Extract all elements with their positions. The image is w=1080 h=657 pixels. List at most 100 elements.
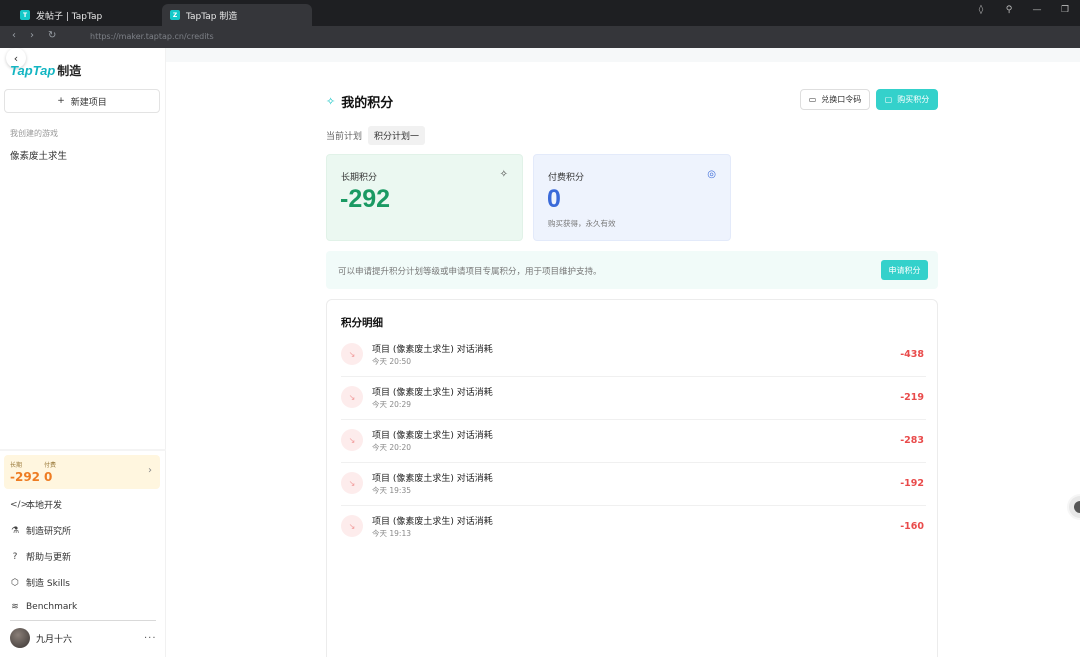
plan-label: 当前计划: [326, 132, 363, 142]
flask-icon: ⚗: [10, 525, 20, 536]
tab-title: TapTap 制造: [186, 11, 238, 22]
redeem-code-button[interactable]: ▭ 兑换口令码: [800, 89, 870, 110]
transaction-title: 项目 (像素废土求生) 对话消耗: [372, 345, 493, 355]
url-field[interactable]: https://maker.taptap.cn/credits: [90, 32, 214, 41]
sidebar-item-lab[interactable]: ⚗ 制造研究所: [10, 524, 72, 538]
sparkle-icon: ✧: [499, 169, 508, 180]
trend-down-icon: ↘: [341, 343, 363, 365]
sparkle-icon: ✧: [326, 95, 336, 108]
transaction-amount: -438: [900, 349, 924, 360]
trend-down-icon: ↘: [341, 386, 363, 408]
paid-credit-label: 付费: [44, 462, 57, 469]
long-term-credit-label: 长期: [10, 462, 23, 469]
paid-credit-note: 购买获得，永久有效: [548, 219, 616, 228]
logo[interactable]: TapTap 制造: [10, 62, 81, 79]
tab-title: 发帖子 | TapTap: [36, 11, 103, 22]
logo-suffix: 制造: [57, 64, 82, 78]
browser-tab-2[interactable]: Z TapTap 制造: [162, 4, 312, 26]
help-icon: ?: [12, 551, 18, 562]
divider: [0, 449, 166, 451]
coin-icon: ◎: [707, 169, 716, 180]
sidebar-item-benchmark[interactable]: ≋ Benchmark: [10, 602, 77, 612]
transaction-title: 项目 (像素废土求生) 对话消耗: [372, 431, 493, 441]
current-plan: 当前计划 积分计划一: [326, 126, 426, 145]
chevron-right-icon: ›: [148, 465, 152, 476]
sidebar-item-game[interactable]: 像素废土求生: [10, 148, 67, 162]
new-project-button[interactable]: + 新建项目: [4, 89, 160, 113]
my-games-section-label: 我创建的游戏: [10, 129, 58, 138]
sidebar-item-label: 制造研究所: [26, 527, 72, 537]
forward-icon[interactable]: ›: [30, 30, 34, 41]
credit-detail-panel: 积分明细 ↘ 项目 (像素废土求生) 对话消耗 今天 20:50 -438 ↘ …: [326, 299, 938, 657]
code-icon: </>: [10, 499, 29, 510]
assistant-avatar-icon: [1074, 501, 1080, 513]
detail-title: 积分明细: [341, 317, 383, 329]
trend-down-icon: ↘: [341, 515, 363, 537]
transaction-time: 今天 20:50: [372, 357, 411, 366]
more-options-icon[interactable]: ···: [144, 633, 157, 644]
paid-credit-value: 0: [44, 470, 53, 484]
transaction-amount: -160: [900, 521, 924, 532]
browser-tab-bar: T 发帖子 | TapTap Z TapTap 制造 ◊ ⚲ — ❐: [0, 0, 1080, 26]
sidebar: ‹ TapTap 制造 + 新建项目 我创建的游戏 像素废土求生 长期 -292 …: [0, 48, 166, 657]
buy-credits-button[interactable]: ▢ 购买积分: [876, 89, 938, 110]
transaction-amount: -219: [900, 392, 924, 403]
sidebar-item-local-dev[interactable]: </> 本地开发: [10, 498, 63, 512]
new-project-label: 新建项目: [70, 97, 107, 108]
avatar: [10, 628, 30, 648]
info-banner-text: 可以申请提升积分计划等级或申请项目专属积分，用于项目维护支持。: [338, 267, 602, 277]
long-term-credit-amount: -292: [340, 185, 391, 213]
back-icon[interactable]: ‹: [12, 30, 16, 41]
reload-icon[interactable]: ↻: [48, 30, 56, 41]
sidebar-item-help[interactable]: ? 帮助与更新: [10, 550, 72, 564]
plus-icon: +: [57, 96, 65, 106]
info-banner: 可以申请提升积分计划等级或申请项目专属积分，用于项目维护支持。 申请积分: [326, 251, 938, 289]
transaction-title: 项目 (像素废土求生) 对话消耗: [372, 388, 493, 398]
minimize-icon[interactable]: —: [1030, 5, 1044, 15]
cube-icon: ⬡: [11, 577, 19, 588]
long-term-credit-value: -292: [10, 470, 41, 484]
chart-icon: ≋: [11, 602, 19, 612]
transaction-row[interactable]: ↘ 项目 (像素废土求生) 对话消耗 今天 19:35 -192: [341, 463, 926, 506]
sidebar-item-skills[interactable]: ⬡ 制造 Skills: [10, 576, 70, 590]
trend-down-icon: ↘: [341, 429, 363, 451]
transaction-time: 今天 20:20: [372, 443, 411, 452]
card-label: 长期积分: [341, 173, 378, 183]
apply-credits-button[interactable]: 申请积分: [881, 260, 928, 280]
drop-icon[interactable]: ◊: [974, 5, 988, 15]
maker-favicon-icon: Z: [170, 10, 180, 20]
pin-icon[interactable]: ⚲: [1002, 5, 1016, 15]
address-bar: ‹ › ↻ https://maker.taptap.cn/credits: [0, 26, 1080, 48]
transaction-title: 项目 (像素废土求生) 对话消耗: [372, 517, 493, 527]
sidebar-item-label: 帮助与更新: [26, 553, 72, 563]
long-term-credit-card: 长期积分 ✧ -292: [326, 154, 523, 241]
user-name: 九月十六: [36, 634, 73, 645]
redeem-code-label: 兑换口令码: [821, 95, 862, 104]
transaction-amount: -283: [900, 435, 924, 446]
ticket-icon: ▭: [808, 95, 817, 104]
transaction-row[interactable]: ↘ 项目 (像素废土求生) 对话消耗 今天 19:13 -160: [341, 506, 926, 549]
sidebar-item-label: 本地开发: [26, 501, 63, 511]
transaction-row[interactable]: ↘ 项目 (像素废土求生) 对话消耗 今天 20:29 -219: [341, 377, 926, 420]
page-title-text: 我的积分: [341, 96, 394, 111]
restore-icon[interactable]: ❐: [1058, 5, 1072, 15]
sidebar-credit-summary[interactable]: 长期 -292 付费 0 ›: [4, 455, 160, 489]
top-strip: [166, 48, 1080, 62]
user-profile[interactable]: 九月十六: [10, 628, 72, 648]
page-title: ✧ 我的积分: [326, 92, 393, 111]
transaction-amount: -192: [900, 478, 924, 489]
nav-buttons: ‹ › ↻: [12, 30, 56, 41]
cart-icon: ▢: [884, 95, 893, 104]
sidebar-item-label: 制造 Skills: [26, 579, 70, 589]
transaction-time: 今天 20:29: [372, 400, 411, 409]
card-label: 付费积分: [548, 173, 585, 183]
window-controls: ◊ ⚲ — ❐: [974, 5, 1072, 15]
transaction-row[interactable]: ↘ 项目 (像素废土求生) 对话消耗 今天 20:50 -438: [341, 334, 926, 377]
logo-text: TapTap: [10, 63, 56, 78]
transaction-row[interactable]: ↘ 项目 (像素废土求生) 对话消耗 今天 20:20 -283: [341, 420, 926, 463]
plan-chip[interactable]: 积分计划一: [368, 126, 426, 145]
browser-tab-1[interactable]: T 发帖子 | TapTap: [12, 4, 160, 26]
taptap-favicon-icon: T: [20, 10, 30, 20]
transaction-time: 今天 19:13: [372, 529, 411, 538]
buy-credits-label: 购买积分: [897, 95, 930, 104]
